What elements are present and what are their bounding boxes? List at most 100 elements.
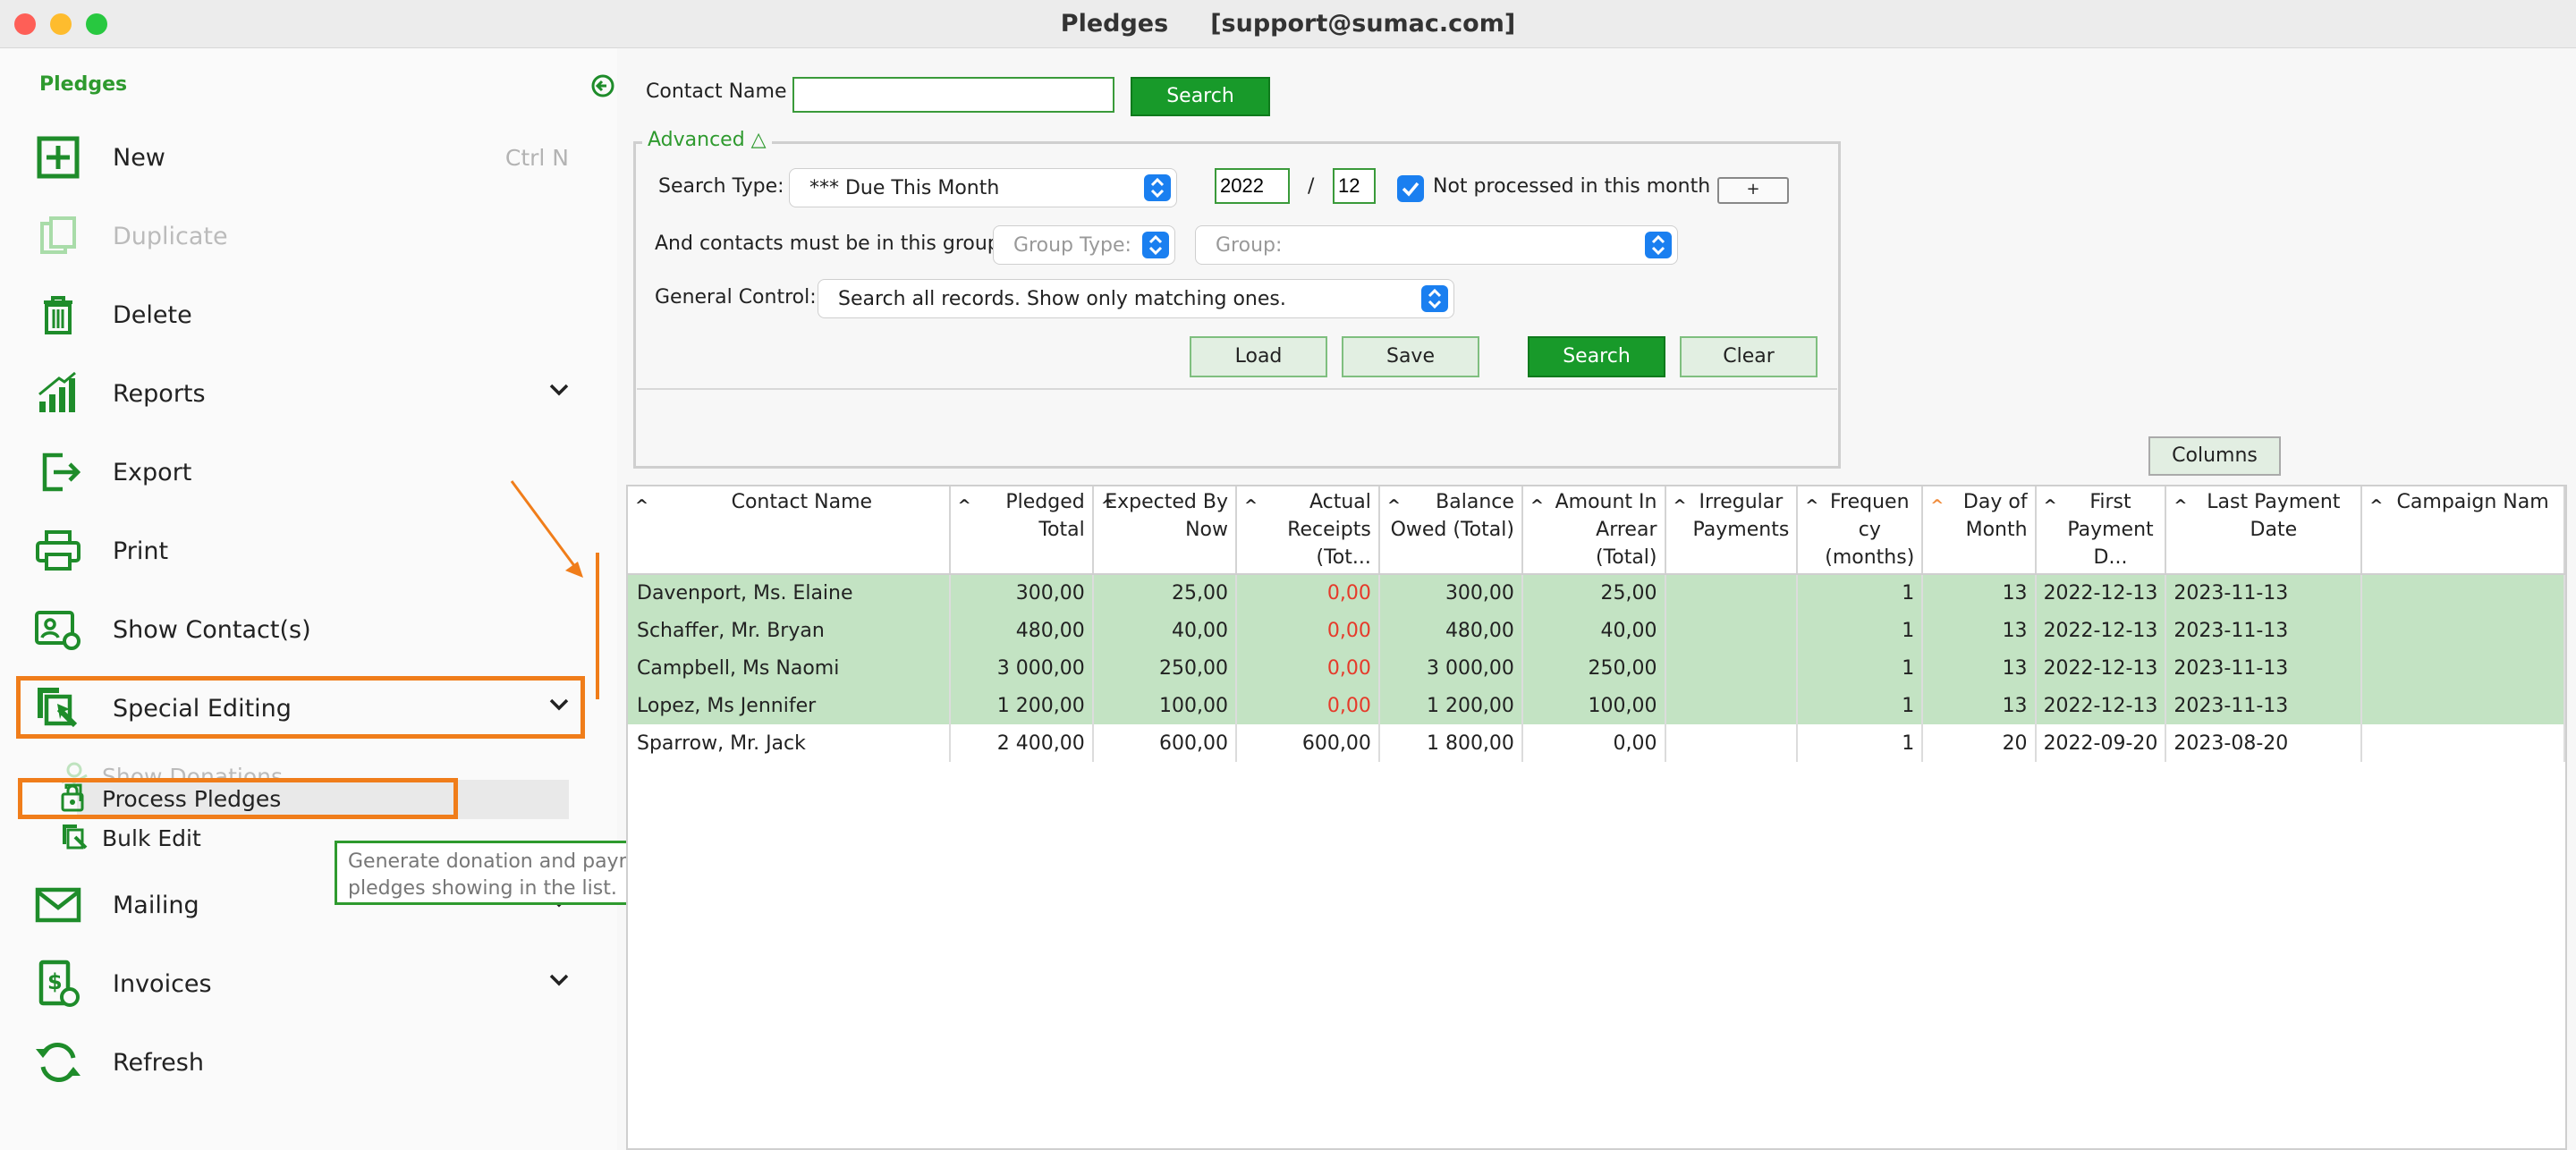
invoice-icon: $ — [32, 958, 84, 1010]
column-header[interactable]: ^ Frequen cy (months) — [1797, 486, 1924, 575]
subitem-label: Process Pledges — [102, 785, 282, 812]
sidebar-item-export[interactable]: Export — [32, 436, 569, 508]
sort-caret-icon: ^ — [635, 496, 649, 515]
table-cell: 2023-08-20 — [2165, 724, 2363, 762]
column-header[interactable]: ^ Pledged Total — [949, 486, 1094, 575]
sidebar-item-special-editing[interactable]: Special Editing — [32, 672, 569, 744]
column-header[interactable]: ^ Day of Month — [1922, 486, 2037, 575]
column-header[interactable]: ^ Last Payment Date — [2165, 486, 2363, 575]
table-cell: 40,00 — [1092, 612, 1237, 649]
advanced-search-button[interactable]: Search — [1528, 336, 1665, 377]
month-input[interactable] — [1333, 168, 1376, 204]
table-cell: 0,00 — [1235, 649, 1380, 687]
sidebar-item-label: Reports — [113, 379, 206, 408]
search-button[interactable]: Search — [1131, 77, 1270, 116]
not-processed-checkbox[interactable] — [1397, 175, 1424, 202]
group-select[interactable]: Group: — [1195, 225, 1678, 265]
sidebar-item-new[interactable]: New Ctrl N — [32, 122, 569, 193]
table-row[interactable]: Schaffer, Mr. Bryan 480,00 40,00 0,00 480,00… — [628, 612, 2565, 649]
table-cell: Schaffer, Mr. Bryan — [628, 612, 951, 649]
sidebar-item-label: Duplicate — [113, 222, 228, 250]
results-table: ^ Contact Name ^ Pledged Total ^ Expected B… — [628, 486, 2565, 762]
annotation-arrow — [510, 480, 599, 699]
trash-icon — [32, 289, 84, 341]
sort-caret-icon: ^ — [1930, 496, 1945, 515]
date-separator: / — [1308, 175, 1315, 198]
chevron-down-icon[interactable] — [549, 383, 569, 400]
table-cell: Sparrow, Mr. Jack — [628, 724, 951, 762]
table-cell — [1665, 649, 1799, 687]
sidebar-item-label: Print — [113, 537, 169, 565]
table-row[interactable]: Davenport, Ms. Elaine 300,00 25,00 0,00 300,… — [628, 574, 2565, 612]
column-header[interactable]: ^ Irregular Payments — [1665, 486, 1799, 575]
column-header[interactable]: ^ Expected By Now — [1092, 486, 1237, 575]
table-cell: 250,00 — [1092, 649, 1237, 687]
search-type-select[interactable]: *** Due This Month — [789, 168, 1177, 207]
table-cell: 1 — [1797, 724, 1924, 762]
table-row[interactable]: Sparrow, Mr. Jack 2 400,00 600,00 600,00 1 8… — [628, 724, 2565, 762]
table-cell: 1 — [1797, 612, 1924, 649]
table-cell — [1665, 687, 1799, 724]
table-cell: 480,00 — [1378, 612, 1523, 649]
checkmark-icon — [1402, 182, 1419, 197]
table-row[interactable]: Lopez, Ms Jennifer 1 200,00 100,00 0,00 1 20… — [628, 687, 2565, 724]
main-panel: Contact Name Search Advanced △ Search Ty… — [591, 48, 2576, 1150]
group-type-select[interactable]: Group Type: — [993, 225, 1175, 265]
sidebar-item-reports[interactable]: Reports — [32, 358, 569, 429]
collapse-sidebar-icon[interactable] — [590, 73, 615, 102]
table-cell: 300,00 — [949, 574, 1094, 612]
column-header[interactable]: ^ Campaign Nam — [2361, 486, 2565, 575]
column-header[interactable]: ^ Balance Owed (Total) — [1378, 486, 1523, 575]
contact-name-input[interactable] — [792, 77, 1114, 113]
table-cell: 25,00 — [1092, 574, 1237, 612]
columns-button[interactable]: Columns — [2148, 436, 2281, 476]
column-header[interactable]: ^ First Payment D... — [2035, 486, 2167, 575]
subitem-process-pledges[interactable]: Process Pledges — [59, 779, 567, 818]
table-cell: 2022-12-13 — [2035, 612, 2167, 649]
general-control-label: General Control: — [655, 286, 817, 309]
table-cell: 100,00 — [1521, 687, 1666, 724]
year-input[interactable] — [1215, 168, 1290, 204]
table-cell: 2023-11-13 — [2165, 649, 2363, 687]
group-placeholder: Group: — [1216, 233, 1283, 257]
table-cell — [2361, 687, 2565, 724]
column-header[interactable]: ^ Amount In Arrear (Total) — [1521, 486, 1666, 575]
not-processed-label: Not processed in this month — [1433, 175, 1711, 198]
sidebar-item-delete[interactable]: Delete — [32, 279, 569, 351]
sort-caret-icon: ^ — [1530, 496, 1545, 515]
general-control-value: Search all records. Show only matching o… — [838, 287, 1286, 310]
table-cell: 600,00 — [1092, 724, 1237, 762]
column-header[interactable]: ^ Actual Receipts (Tot... — [1235, 486, 1380, 575]
clear-button[interactable]: Clear — [1680, 336, 1818, 377]
table-cell: 250,00 — [1521, 649, 1666, 687]
table-row[interactable]: Campbell, Ms Naomi 3 000,00 250,00 0,00 3 00… — [628, 649, 2565, 687]
table-cell: 2023-11-13 — [2165, 687, 2363, 724]
add-criteria-button[interactable]: + — [1717, 177, 1789, 204]
table-header-row: ^ Contact Name ^ Pledged Total ^ Expected B… — [628, 486, 2565, 575]
chevron-down-icon[interactable] — [549, 973, 569, 990]
sidebar-item-label: New — [113, 143, 165, 172]
sidebar-item-duplicate[interactable]: Duplicate — [32, 200, 569, 272]
sort-caret-icon: ^ — [1805, 496, 1819, 515]
save-button[interactable]: Save — [1342, 336, 1479, 377]
table-cell: 0,00 — [1235, 612, 1380, 649]
sidebar-item-label: Mailing — [113, 891, 199, 919]
general-control-select[interactable]: Search all records. Show only matching o… — [818, 279, 1454, 318]
sort-caret-icon: ^ — [1100, 496, 1114, 515]
table-cell: 1 800,00 — [1378, 724, 1523, 762]
search-type-value: *** Due This Month — [809, 176, 1000, 199]
sort-caret-icon: ^ — [1673, 496, 1687, 515]
table-cell: 100,00 — [1092, 687, 1237, 724]
table-cell: 2022-12-13 — [2035, 574, 2167, 612]
sidebar-item-show-contacts[interactable]: Show Contact(s) — [32, 594, 569, 665]
load-button[interactable]: Load — [1190, 336, 1327, 377]
advanced-toggle[interactable]: Advanced △ — [642, 129, 772, 151]
table-cell: 40,00 — [1521, 612, 1666, 649]
sidebar-item-invoices[interactable]: $ Invoices — [32, 948, 569, 1019]
bulk-edit-icon — [59, 821, 89, 855]
process-pledges-icon — [59, 782, 89, 816]
subitem-label: Bulk Edit — [102, 824, 201, 851]
column-header[interactable]: ^ Contact Name — [628, 486, 951, 575]
sidebar-item-refresh[interactable]: Refresh — [32, 1027, 569, 1098]
sidebar-item-print[interactable]: Print — [32, 515, 569, 587]
